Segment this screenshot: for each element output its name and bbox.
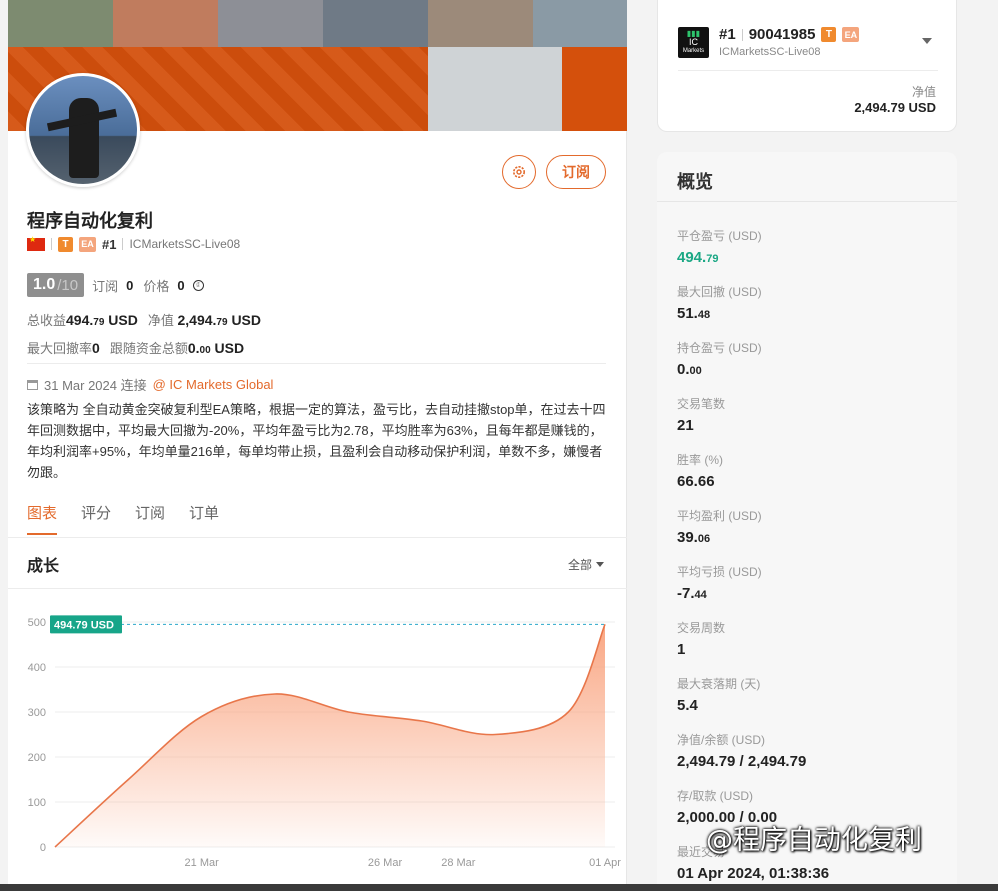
banner-photo-4: [323, 0, 428, 47]
page: 订阅 程序自动化复利 T EA #1 ICMarketsSC-Live08 1.…: [0, 0, 998, 891]
overview-item: 胜率 (%) 66.66: [677, 451, 723, 490]
overview-item-label: 平均盈利 (USD): [677, 509, 762, 523]
overview-item-value: -7.44: [677, 585, 707, 602]
overview-item-value: 51.48: [677, 305, 711, 322]
y-tick-label: 400: [28, 662, 46, 674]
overview-item: 平均盈利 (USD) 39.06: [677, 507, 762, 546]
overview-item: 净值/余额 (USD) 2,494.79 / 2,494.79: [677, 731, 806, 770]
subscribe-button[interactable]: 订阅: [546, 155, 606, 189]
tab-ratings[interactable]: 评分: [81, 502, 111, 523]
badge-t: T: [58, 236, 73, 252]
overview-item: 最大回撤 (USD) 51.48: [677, 283, 762, 322]
chart-title: 成长: [27, 558, 60, 575]
overview-item: 平均亏损 (USD) -7.44: [677, 563, 762, 602]
overview-item-value: 66.66: [677, 473, 715, 490]
overview-item-label: 最大回撤 (USD): [677, 285, 762, 299]
profile-tabs: 图表 评分 订阅 订单: [27, 502, 219, 535]
y-tick-label: 0: [40, 842, 46, 854]
ic-markets-logo: ▮▮▮ IC Markets: [678, 27, 709, 58]
y-tick-label: 100: [28, 797, 46, 809]
calendar-icon: [27, 379, 38, 390]
banner-photo-6: [533, 0, 627, 47]
china-flag-icon: [27, 235, 45, 251]
y-tick-label: 200: [28, 752, 46, 764]
overview-item-value: 5.4: [677, 697, 698, 714]
x-tick-label: 01 Apr: [589, 857, 621, 869]
overview-item: 平仓盈亏 (USD) 494.79: [677, 227, 762, 266]
badge-t: T: [821, 27, 837, 42]
x-tick-label: 26 Mar: [368, 857, 403, 869]
growth-chart: 0 100 200 300 400 500 21 Mar 26 Mar 28 Mar 01 Apr…: [28, 615, 621, 869]
banner-photo-2: [113, 0, 218, 47]
watermark: @程序自动化复利: [706, 825, 922, 856]
strategy-profile-card: 订阅 程序自动化复利 T EA #1 ICMarketsSC-Live08 1.…: [8, 0, 627, 891]
overview-item: 持仓盈亏 (USD) 0.00: [677, 339, 762, 378]
score-badge: 1.0/10: [27, 273, 85, 297]
equity-value: 2,494.79 USD: [854, 100, 936, 115]
x-tick-label: 21 Mar: [185, 857, 220, 869]
overview-item-value: 01 Apr 2024, 01:38:36: [677, 865, 830, 882]
strategy-description: 该策略为 全自动黄金突破复利型EA策略，根据一定的算法，盈亏比，去自动挂撤sto…: [27, 402, 606, 480]
avatar[interactable]: [26, 73, 140, 187]
connected-info: 31 Mar 2024 连接 @ IC Markets Global: [27, 375, 273, 394]
overview-item-value: 2,494.79 / 2,494.79: [677, 753, 807, 770]
account-server: ICMarketsSC-Live08: [719, 46, 821, 58]
badge-ea: EA: [842, 27, 860, 42]
overview-item-label: 平仓盈亏 (USD): [677, 229, 762, 243]
account-dropdown-icon[interactable]: [922, 38, 932, 44]
y-tick-label: 500: [28, 617, 46, 629]
badge-ea: EA: [79, 236, 96, 252]
tab-subscriptions[interactable]: 订阅: [135, 502, 165, 523]
overview-item-value: 21: [677, 417, 694, 434]
x-tick-label: 28 Mar: [441, 857, 476, 869]
account-card: ▮▮▮ IC Markets #1 90041985 T EA ICMarket…: [657, 0, 957, 132]
overview-item: 交易周数 1: [677, 619, 725, 658]
y-tick-label: 300: [28, 707, 46, 719]
drawdown-follow-row: 最大回撤率0 跟随资金总额0.00 USD: [27, 340, 245, 356]
broker-link[interactable]: @ IC Markets Global: [153, 377, 274, 392]
banner-photo-7: [428, 47, 562, 131]
coin-icon: ₫: [192, 279, 204, 291]
server-name: ICMarketsSC-Live08: [129, 237, 241, 251]
overview-item: 交易笔数 21: [677, 395, 725, 434]
rank: #1: [102, 236, 117, 252]
overview-item-value: 39.06: [677, 529, 711, 546]
overview-item-value: 494.79: [677, 249, 719, 266]
overview-item-value: 1: [677, 641, 686, 658]
tab-orders[interactable]: 订单: [189, 502, 219, 523]
banner-photo-5: [428, 0, 533, 47]
tab-chart[interactable]: 图表: [27, 502, 58, 535]
range-dropdown[interactable]: 全部: [568, 556, 605, 573]
strategy-name: 程序自动化复利: [27, 211, 153, 231]
overview-item: 最大衰落期 (天) 5.4: [677, 675, 760, 714]
strategy-tags: T EA #1 ICMarketsSC-Live08: [27, 235, 241, 252]
chevron-down-icon: [596, 562, 605, 567]
equity-label: 净值: [911, 85, 936, 99]
overview-item-label: 胜率 (%): [677, 453, 723, 467]
overview-item-label: 最大衰落期 (天): [677, 677, 761, 691]
overview-item-label: 平均亏损 (USD): [677, 565, 762, 579]
profit-equity-row: 总收益494.79 USD 净值 2,494.79 USD: [27, 312, 261, 328]
score-row: 1.0/10 订阅 0 价格 0 ₫: [27, 273, 204, 297]
banner-photo-3: [218, 0, 323, 47]
overview-panel: 概览 平仓盈亏 (USD) 494.79 最大回撤 (USD) 51.48 持仓盈亏 (…: [657, 152, 957, 891]
gear-icon: [513, 166, 525, 178]
overview-item-value: 0.00: [677, 361, 702, 378]
overview-item-label: 交易周数: [677, 621, 726, 635]
banner-photo-1: [8, 0, 113, 47]
settings-button[interactable]: [502, 155, 536, 189]
account-number-row: #1 90041985 T EA: [719, 26, 860, 43]
overview-item-label: 存/取款 (USD): [677, 789, 753, 803]
overview-item-label: 净值/余额 (USD): [677, 733, 765, 747]
overview-item-label: 交易笔数: [677, 397, 726, 411]
series-area: [55, 624, 605, 847]
overview-title: 概览: [677, 172, 713, 192]
overview-item-label: 持仓盈亏 (USD): [677, 341, 762, 355]
current-value-label: 494.79 USD: [54, 619, 114, 631]
